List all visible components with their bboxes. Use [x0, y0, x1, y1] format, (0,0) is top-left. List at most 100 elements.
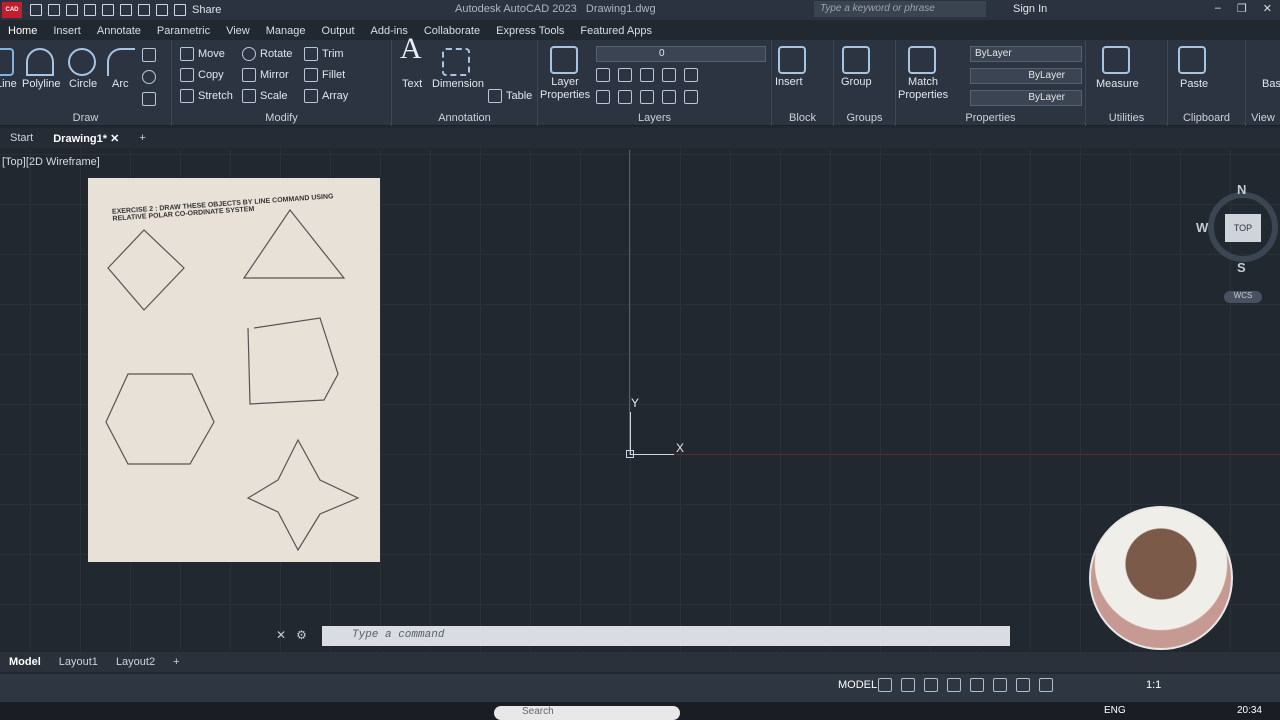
layer-tool-icon[interactable]: [640, 90, 654, 104]
layers-panel-title[interactable]: Layers: [538, 112, 771, 124]
wcs-menu[interactable]: WCS: [1224, 291, 1262, 303]
undo-icon[interactable]: [156, 4, 168, 16]
snap-icon[interactable]: [901, 678, 915, 692]
search-input[interactable]: Type a keyword or phrase: [814, 1, 986, 17]
annotation-visibility-icon[interactable]: [1016, 678, 1030, 692]
array-tool[interactable]: Array: [304, 89, 348, 103]
tab-annotate[interactable]: Annotate: [89, 25, 149, 37]
open-web-icon[interactable]: [102, 4, 114, 16]
mirror-tool[interactable]: Mirror: [242, 68, 289, 82]
viewport-label[interactable]: [Top][2D Wireframe]: [2, 156, 100, 168]
tab-layout2[interactable]: Layout2: [107, 656, 164, 668]
paste-icon[interactable]: [1178, 46, 1206, 74]
viewcube[interactable]: TOP N S W: [1196, 182, 1280, 275]
grid-icon[interactable]: [878, 678, 892, 692]
stretch-tool[interactable]: Stretch: [180, 89, 233, 103]
ellipse-tool[interactable]: [142, 70, 156, 84]
tab-home[interactable]: Home: [0, 25, 45, 37]
compass-north[interactable]: N: [1237, 182, 1246, 197]
isodraft-icon[interactable]: [970, 678, 984, 692]
layer-tool-icon[interactable]: [684, 90, 698, 104]
groups-panel-title[interactable]: Groups: [834, 112, 895, 124]
tab-view[interactable]: View: [218, 25, 258, 37]
lineweight-dropdown[interactable]: ByLayer: [970, 90, 1082, 106]
layer-properties-icon[interactable]: [550, 46, 578, 74]
modify-panel-title[interactable]: Modify: [172, 112, 391, 124]
new-icon[interactable]: [30, 4, 42, 16]
tab-insert[interactable]: Insert: [45, 25, 89, 37]
move-tool[interactable]: Move: [180, 47, 225, 61]
close-tab-icon[interactable]: ✕: [110, 133, 119, 145]
annotation-scale[interactable]: 1:1: [1146, 679, 1161, 691]
sign-in-button[interactable]: Sign In: [1013, 3, 1047, 15]
taskbar-clock[interactable]: 20:34: [1237, 705, 1262, 716]
fillet-tool[interactable]: Fillet: [304, 68, 345, 82]
utilities-panel-title[interactable]: Utilities: [1086, 112, 1167, 124]
save-as-icon[interactable]: [84, 4, 96, 16]
tab-start[interactable]: Start: [0, 132, 43, 144]
taskbar-search[interactable]: Search: [494, 706, 680, 720]
view-panel-title[interactable]: View: [1246, 112, 1280, 124]
insert-icon[interactable]: [778, 46, 806, 74]
base-label[interactable]: Base: [1262, 78, 1280, 91]
trim-tool[interactable]: Trim: [304, 47, 344, 61]
block-panel-title[interactable]: Block: [772, 112, 833, 124]
add-layout-button[interactable]: +: [164, 656, 188, 668]
language-indicator[interactable]: ENG: [1104, 705, 1126, 716]
annotation-panel-title[interactable]: Annotation: [392, 112, 537, 124]
rectangle-tool[interactable]: [142, 48, 156, 62]
copy-tool[interactable]: Copy: [180, 68, 224, 82]
color-dropdown[interactable]: ByLayer: [970, 46, 1082, 62]
tab-collaborate[interactable]: Collaborate: [416, 25, 488, 37]
osnap-icon[interactable]: [993, 678, 1007, 692]
close-command-icon[interactable]: ✕: [276, 628, 286, 642]
ortho-icon[interactable]: [924, 678, 938, 692]
group-icon[interactable]: [842, 46, 870, 74]
autoscale-icon[interactable]: [1039, 678, 1053, 692]
tab-drawing1[interactable]: Drawing1* ✕: [43, 132, 129, 145]
compass-west[interactable]: W: [1196, 220, 1208, 235]
polar-icon[interactable]: [947, 678, 961, 692]
arc-icon[interactable]: [107, 48, 135, 76]
tab-model[interactable]: Model: [0, 656, 50, 668]
model-space-button[interactable]: MODEL: [838, 679, 877, 691]
open-icon[interactable]: [48, 4, 60, 16]
customize-icon[interactable]: ⚙: [296, 628, 307, 642]
close-icon[interactable]: ✕: [1263, 2, 1272, 15]
layer-tool-icon[interactable]: [596, 68, 610, 82]
minimize-icon[interactable]: –: [1215, 2, 1221, 15]
layer-tool-icon[interactable]: [662, 68, 676, 82]
viewcube-top-face[interactable]: TOP: [1225, 214, 1261, 242]
layer-tool-icon[interactable]: [618, 68, 632, 82]
measure-icon[interactable]: [1102, 46, 1130, 74]
tab-layout1[interactable]: Layout1: [50, 656, 107, 668]
save-icon[interactable]: [66, 4, 78, 16]
redo-icon[interactable]: [174, 4, 186, 16]
reference-image[interactable]: EXERCISE 2 : DRAW THESE OBJECTS BY LINE …: [88, 178, 380, 562]
tab-output[interactable]: Output: [314, 25, 363, 37]
circle-icon[interactable]: [68, 48, 96, 76]
maximize-icon[interactable]: ❐: [1237, 2, 1247, 15]
layer-tool-icon[interactable]: [596, 90, 610, 104]
line-icon[interactable]: [0, 48, 14, 76]
hatch-tool[interactable]: [142, 92, 156, 106]
layer-dropdown[interactable]: 0: [596, 46, 766, 62]
new-tab-button[interactable]: +: [129, 132, 155, 144]
draw-panel-title[interactable]: Draw: [0, 112, 171, 124]
ucs-origin[interactable]: [626, 450, 634, 458]
clipboard-panel-title[interactable]: Clipboard: [1168, 112, 1245, 124]
tab-express-tools[interactable]: Express Tools: [488, 25, 572, 37]
layer-tool-icon[interactable]: [662, 90, 676, 104]
compass-south[interactable]: S: [1237, 260, 1246, 275]
table-tool[interactable]: Table: [488, 89, 532, 103]
text-icon[interactable]: A: [400, 34, 422, 64]
share-button[interactable]: Share: [192, 4, 221, 16]
layer-tool-icon[interactable]: [640, 68, 654, 82]
dimension-icon[interactable]: [442, 48, 470, 76]
save-web-icon[interactable]: [120, 4, 132, 16]
polyline-icon[interactable]: [26, 48, 54, 76]
layer-tool-icon[interactable]: [684, 68, 698, 82]
rotate-tool[interactable]: Rotate: [242, 47, 292, 61]
match-properties-icon[interactable]: [908, 46, 936, 74]
command-input[interactable]: Type a command: [322, 626, 1010, 646]
